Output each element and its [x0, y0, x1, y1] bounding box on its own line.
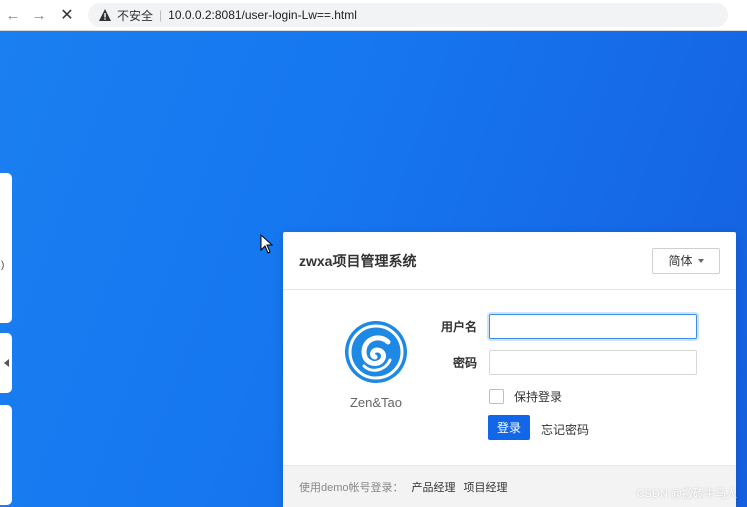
- forward-arrow-icon[interactable]: →: [28, 4, 50, 26]
- login-panel-header: zwxa项目管理系统 简体: [283, 232, 736, 290]
- side-panel-tab-lower[interactable]: [0, 405, 12, 505]
- demo-account-product-manager[interactable]: 产品经理: [412, 479, 456, 495]
- caret-down-icon: [697, 258, 704, 263]
- language-label: 简体: [668, 254, 693, 268]
- password-label: 密码: [452, 356, 477, 370]
- password-row: 密码: [423, 350, 697, 375]
- login-button[interactable]: 登录: [488, 415, 530, 440]
- remember-login-checkbox[interactable]: [489, 389, 504, 404]
- language-select[interactable]: 简体: [652, 247, 720, 274]
- url-text[interactable]: 10.0.0.2:8081/user-login-Lw==.html: [168, 8, 357, 22]
- side-panel-glyph: ): [1, 260, 5, 271]
- login-panel: zwxa项目管理系统 简体 Zen&Tao 用户名 密码 保持登录 登录 忘记密…: [283, 232, 736, 507]
- password-input[interactable]: [489, 350, 697, 375]
- username-input[interactable]: [489, 314, 697, 339]
- remember-login-label[interactable]: 保持登录: [514, 388, 562, 405]
- chevron-left-icon: [3, 359, 9, 367]
- system-title: zwxa项目管理系统: [299, 252, 417, 269]
- remember-login-row: 保持登录: [489, 388, 562, 405]
- side-panel-tab[interactable]: [0, 173, 12, 323]
- username-label: 用户名: [440, 320, 477, 334]
- username-row: 用户名: [423, 314, 697, 339]
- demo-account-label: 使用demo帐号登录：: [299, 481, 404, 494]
- address-bar[interactable]: 不安全 | 10.0.0.2:8081/user-login-Lw==.html: [88, 3, 728, 27]
- csdn-watermark: CSDN @搬砖牛马人: [636, 488, 737, 500]
- url-separator: |: [159, 8, 163, 22]
- browser-toolbar: ← → ✕ 不安全 | 10.0.0.2:8081/user-login-Lw=…: [0, 0, 747, 31]
- demo-account-project-manager[interactable]: 项目经理: [464, 479, 508, 495]
- stop-loading-icon[interactable]: ✕: [56, 4, 78, 26]
- warning-icon: [99, 9, 111, 21]
- forgot-password-link[interactable]: 忘记密码: [541, 421, 589, 438]
- side-collapse-tab[interactable]: [0, 333, 12, 393]
- back-arrow-icon[interactable]: ←: [2, 4, 24, 26]
- zentao-logo-icon: [345, 321, 407, 383]
- mouse-cursor-icon: [260, 234, 274, 254]
- logo-text: Zen&Tao: [349, 395, 403, 410]
- security-status: 不安全: [117, 8, 154, 23]
- logo-area: Zen&Tao: [341, 320, 411, 410]
